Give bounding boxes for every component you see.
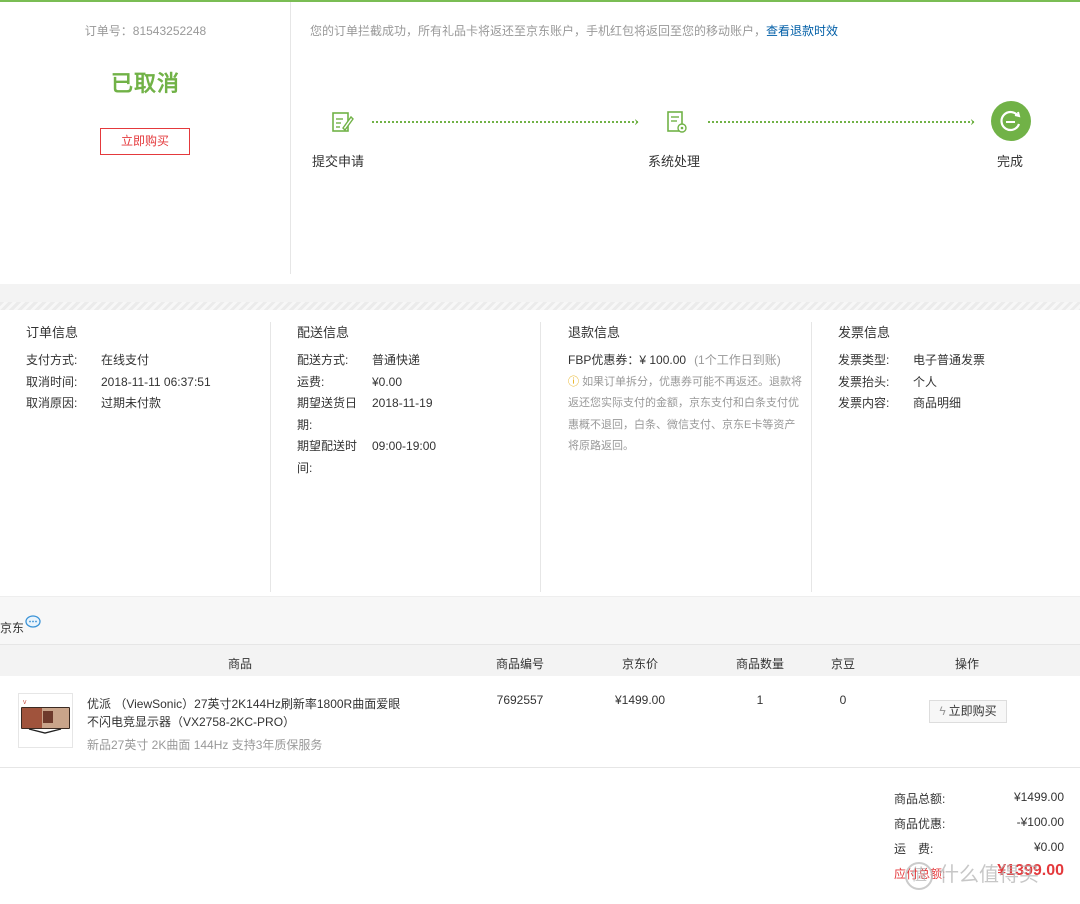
step-label-submit: 提交申请 (311, 154, 364, 169)
product-beans: 0 (839, 693, 847, 707)
info-row: 支付方式: 在线支付 (26, 353, 150, 367)
info-row: 期望配送时间: 09:00-19:00 (297, 439, 437, 475)
column-header-price: 京东价 (621, 657, 658, 671)
product-sku: 7692557 (496, 693, 544, 707)
progress-connector (372, 121, 638, 125)
refund-warning-note: ⓘ 如果订单拆分，优惠券可能不再返还。退款将返还您实际支付的金额，京东支付和白条… (568, 375, 803, 453)
svg-text:V: V (23, 700, 27, 706)
column-header-beans: 京豆 (830, 657, 855, 671)
column-header-quantity: 商品数量 (735, 657, 784, 671)
product-subtitle: 新品27英寸 2K曲面 144Hz 支持3年质保服务 (87, 738, 323, 752)
info-row: 配送方式: 普通快递 (297, 353, 421, 367)
total-row: 商品总额: ¥1499.00 (894, 790, 1064, 806)
column-header-product: 商品 (227, 657, 252, 671)
order-info-title: 订单信息 (26, 325, 79, 340)
watermark-text: 什么值得买 (939, 864, 1039, 886)
product-table-header: 商品 商品编号 京东价 商品数量 京豆 操作 (0, 644, 1080, 676)
total-row: 商品优惠: -¥100.00 (894, 815, 1064, 831)
progress-panel: 您的订单拦截成功，所有礼品卡将返还至京东账户，手机红包将返回至您的移动账户，查看… (292, 2, 1080, 274)
section-divider (0, 284, 1080, 310)
progress-connector (708, 121, 974, 125)
delivery-info-title: 配送信息 (297, 325, 350, 340)
step-label-processing: 系统处理 (647, 154, 700, 169)
info-warning-icon: ⓘ (568, 375, 579, 388)
product-thumbnail[interactable]: V (18, 693, 73, 748)
refresh-done-icon (991, 101, 1031, 141)
step-label-done: 完成 (996, 154, 1023, 169)
buy-again-row-button[interactable]: ϟ 立即购买 (929, 700, 1007, 723)
info-row: 取消时间: 2018-11-11 06:37:51 (26, 374, 211, 389)
info-row: 发票抬头: 个人 (838, 374, 938, 389)
product-price: ¥1499.00 (614, 693, 666, 707)
shop-name[interactable]: 京东 (0, 619, 24, 636)
order-status-panel: 订单号：81543252248 已取消 立即购买 (0, 2, 291, 274)
column-header-sku: 商品编号 (495, 657, 544, 671)
refund-coupon-row: FBP优惠券： ¥ 100.00 (1个工作日到账) (568, 353, 781, 367)
refund-info-title: 退款信息 (568, 325, 621, 340)
watermark: 值什么值得买 (905, 858, 1080, 898)
notice-text: 您的订单拦截成功，所有礼品卡将返还至京东账户，手机红包将返回至您的移动账户， (310, 24, 767, 38)
order-number: 订单号：81543252248 (84, 24, 207, 38)
order-details-section: 订单信息 支付方式: 在线支付 取消时间: 2018-11-11 06:37:51 … (0, 310, 1080, 596)
info-row: 期望送货日期: 2018-11-19 (297, 396, 433, 432)
info-row: 运费: ¥0.00 (297, 374, 403, 389)
refund-timing-link[interactable]: 查看退款时效 (766, 24, 838, 38)
delivery-info-block: 配送信息 配送方式: 普通快递 运费: ¥0.00 期望送货日期: 2018-11-1… (297, 322, 541, 592)
product-name-link[interactable]: 优派 （ViewSonic）27英寸2K144Hz刷新率1800R曲面爱眼不闪电… (87, 695, 407, 731)
refund-info-block: 退款信息 FBP优惠券： ¥ 100.00 (1个工作日到账) ⓘ 如果订单拆分… (568, 322, 812, 592)
shop-bar: 京东 (0, 596, 1080, 644)
document-gear-icon (667, 111, 687, 133)
invoice-info-block: 发票信息 发票类型: 电子普通发票 发票抬头: 个人 发票内容: 商品明细 (838, 322, 1068, 592)
product-quantity: 1 (756, 693, 764, 707)
info-row: 发票内容: 商品明细 (838, 396, 962, 410)
cancel-notice: 您的订单拦截成功，所有礼品卡将返还至京东账户，手机红包将返回至您的移动账户，查看… (310, 22, 838, 39)
table-row: V 优派 （ViewSonic）27英寸2K144Hz刷新率1800R曲面爱眼不… (0, 676, 1080, 768)
chat-bubble-icon[interactable] (25, 615, 41, 629)
arrow-right-icon: › (634, 115, 640, 130)
watermark-logo: 值 (905, 861, 933, 890)
edit-document-icon (332, 112, 354, 132)
buy-again-button[interactable]: 立即购买 (100, 128, 190, 155)
order-status: 已取消 (110, 71, 180, 96)
info-row: 发票类型: 电子普通发票 (838, 353, 986, 367)
invoice-info-title: 发票信息 (838, 325, 891, 340)
column-header-action: 操作 (954, 657, 979, 671)
order-info-block: 订单信息 支付方式: 在线支付 取消时间: 2018-11-11 06:37:51 … (26, 322, 271, 592)
info-row: 取消原因: 过期未付款 (26, 396, 162, 410)
lightning-icon: ϟ (939, 704, 946, 718)
arrow-right-icon: › (970, 115, 976, 130)
